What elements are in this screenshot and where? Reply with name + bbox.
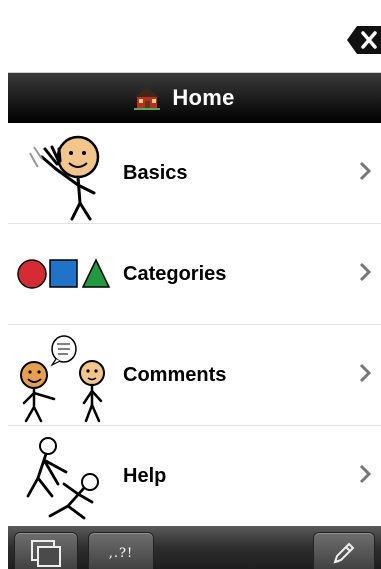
list-item-label: Categories	[123, 262, 227, 285]
chevron-right-icon	[359, 161, 371, 181]
pencil-icon	[333, 542, 355, 564]
house-icon	[134, 87, 161, 110]
list-item-label: Comments	[123, 363, 227, 386]
chevron-right-icon	[359, 363, 371, 383]
punctuation-button[interactable]: ,.?!	[88, 532, 154, 569]
app-frame: Home Basics Categories Comments Help ,.?…	[8, 6, 381, 569]
bottom-toolbar: ,.?!	[8, 526, 381, 569]
talking-people-icon	[8, 325, 120, 425]
list-item-categories[interactable]: Categories	[8, 224, 381, 325]
windows-icon	[31, 540, 61, 567]
clear-delete-icon[interactable]	[347, 25, 381, 55]
waving-person-icon	[8, 123, 120, 223]
list-item-label: Help	[123, 464, 167, 487]
helping-person-icon	[8, 426, 120, 526]
punctuation-label: ,.?!	[108, 545, 134, 561]
category-list: Basics Categories Comments Help	[8, 123, 381, 527]
list-item-basics[interactable]: Basics	[8, 123, 381, 224]
message-bar[interactable]	[8, 6, 381, 73]
list-item-help[interactable]: Help	[8, 426, 381, 527]
chevron-right-icon	[359, 464, 371, 484]
list-item-label: Basics	[123, 161, 188, 184]
list-item-comments[interactable]: Comments	[8, 325, 381, 426]
shapes-icon	[8, 224, 120, 324]
chevron-right-icon	[359, 262, 371, 282]
page-title: Home	[172, 85, 235, 110]
windows-button[interactable]	[14, 532, 78, 569]
edit-button[interactable]	[313, 532, 375, 569]
title-bar: Home	[8, 73, 381, 123]
